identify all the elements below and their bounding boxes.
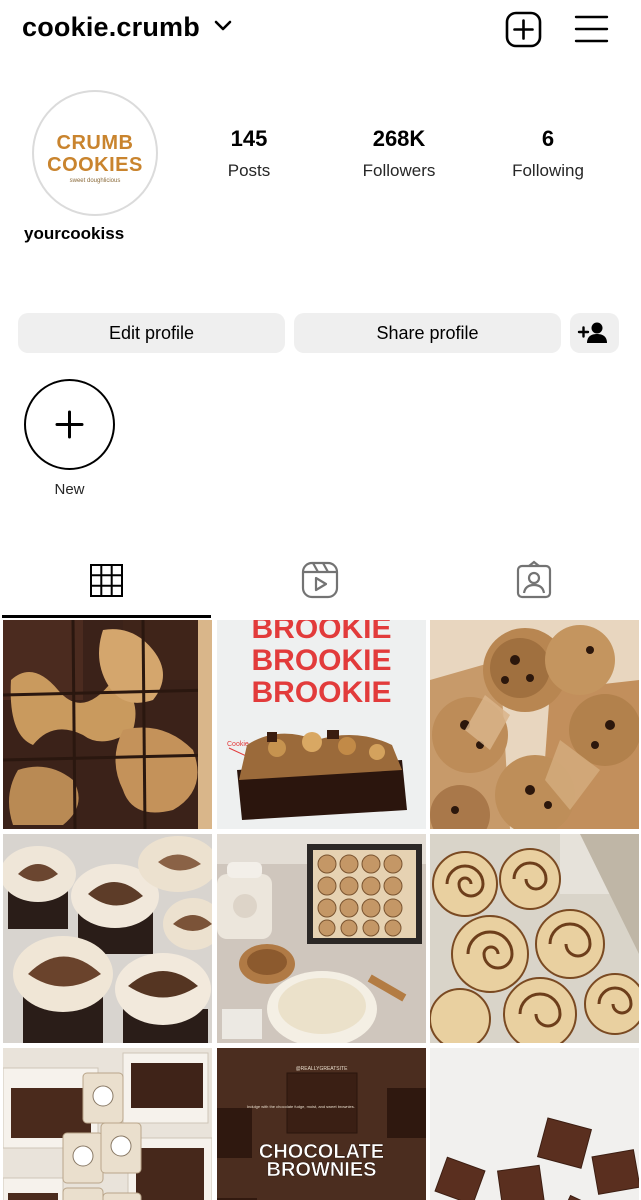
post-tile[interactable]: [217, 834, 426, 1043]
post-tile[interactable]: [3, 834, 212, 1043]
add-person-icon: [577, 322, 607, 343]
post-image: [430, 1048, 639, 1200]
stat-value: 268K: [372, 126, 426, 151]
post-tile[interactable]: BROOKIE BROOKIE BROOKIE Cookie: [217, 620, 426, 829]
hamburger-menu-icon[interactable]: [574, 14, 609, 44]
stat-posts[interactable]: 145 Posts: [189, 126, 309, 181]
chevron-down-icon[interactable]: [213, 18, 233, 34]
post-tile[interactable]: @REALLYGREATSITE Indulge with the chocol…: [217, 1048, 426, 1200]
post-tile[interactable]: [430, 620, 639, 829]
brownies-handle: @REALLYGREATSITE: [296, 1066, 349, 1072]
share-profile-button[interactable]: Share profile: [294, 313, 561, 353]
grid-icon[interactable]: [87, 560, 127, 600]
stat-label: Followers: [362, 161, 436, 180]
username-switcher[interactable]: cookie.crumb: [22, 12, 200, 43]
new-highlight-button[interactable]: [24, 379, 115, 470]
tagged-person-icon[interactable]: [514, 560, 554, 600]
profile-name: yourcookiss: [24, 224, 125, 243]
post-tile[interactable]: [3, 1048, 212, 1200]
stat-label: Following: [512, 161, 584, 180]
post-image: BROOKIE BROOKIE BROOKIE Cookie: [217, 620, 426, 829]
active-tab-indicator: [2, 615, 211, 618]
post-image: @REALLYGREATSITE Indulge with the chocol…: [217, 1048, 426, 1200]
stat-value: 6: [541, 126, 555, 151]
new-highlight-label: New: [54, 481, 85, 498]
avatar[interactable]: CRUMB COOKIES sweet doughlicious: [32, 90, 158, 216]
brookie-headline-2: BROOKIE: [251, 644, 391, 677]
brookie-caption: Cookie: [227, 741, 249, 748]
top-bar: cookie.crumb: [0, 0, 641, 58]
post-image: [3, 620, 212, 829]
avatar-logo-line1: CRUMB: [56, 132, 134, 154]
brownies-note: Indulge with the chocolate fudge, moist,…: [247, 1104, 355, 1109]
post-tile[interactable]: [430, 1048, 639, 1200]
stat-value: 145: [230, 126, 268, 151]
post-tile[interactable]: [3, 620, 212, 829]
stat-label: Posts: [227, 161, 271, 180]
stat-followers[interactable]: 268K Followers: [339, 126, 459, 181]
post-image: [3, 1048, 212, 1200]
avatar-logo-line2: COOKIES: [47, 154, 143, 176]
post-tile[interactable]: [430, 834, 639, 1043]
brookie-headline-3: BROOKIE: [251, 676, 391, 709]
post-image: [3, 834, 212, 1043]
stat-following[interactable]: 6 Following: [488, 126, 608, 181]
discover-people-button[interactable]: [570, 313, 619, 353]
plus-icon: [55, 410, 84, 439]
post-image: [217, 834, 426, 1043]
brownies-headline-2: BROWNIES: [267, 1159, 377, 1181]
edit-profile-button[interactable]: Edit profile: [18, 313, 285, 353]
brookie-headline-1: BROOKIE: [251, 620, 391, 645]
post-image: [430, 834, 639, 1043]
post-image: [430, 620, 639, 829]
reels-icon[interactable]: [300, 560, 340, 600]
avatar-logo-sub: sweet doughlicious: [69, 178, 121, 184]
plus-square-icon[interactable]: [505, 11, 542, 48]
